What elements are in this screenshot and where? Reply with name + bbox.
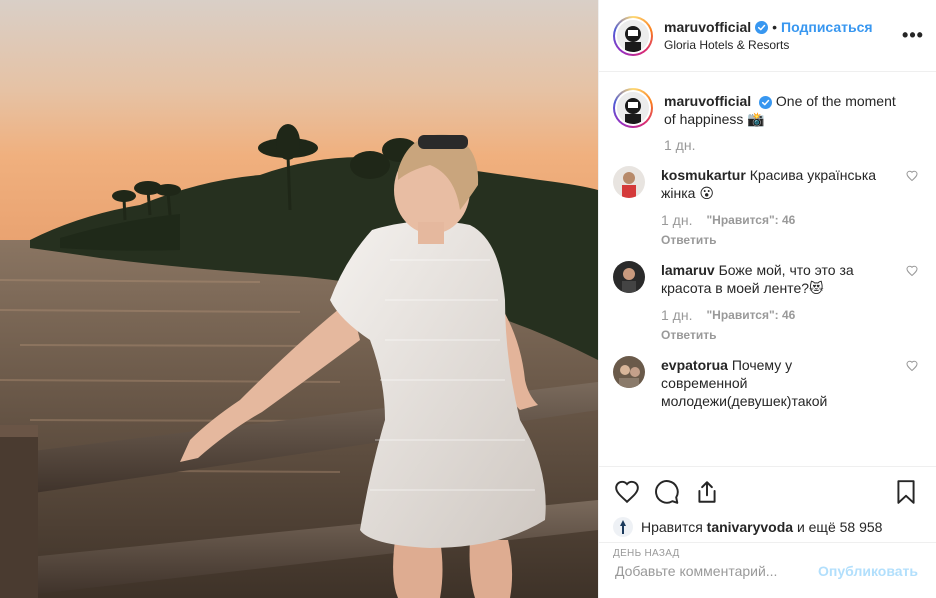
post-photo-image: [0, 0, 598, 598]
liker-avatar: [613, 517, 633, 537]
post-photo[interactable]: [0, 0, 598, 598]
reply-button[interactable]: Ответить: [661, 231, 881, 249]
post-location[interactable]: Gloria Hotels & Resorts: [664, 37, 902, 53]
likes-suffix[interactable]: и ещё 58 958: [797, 519, 883, 535]
action-icons: [613, 477, 920, 507]
author-username[interactable]: maruvofficial: [664, 18, 751, 36]
author-avatar-image: [617, 19, 649, 52]
commenter-avatar[interactable]: [613, 261, 645, 293]
comment-item: evpatorua Почему у современной молодежи(…: [613, 356, 920, 410]
caption-username[interactable]: maruvofficial: [664, 93, 751, 109]
comment-username[interactable]: kosmukartur: [661, 167, 746, 183]
reply-button[interactable]: Ответить: [661, 326, 881, 344]
comment-heart-icon[interactable]: [906, 170, 918, 182]
separator-dot: •: [772, 19, 778, 35]
header-text: maruvofficial • Подписаться Gloria Hotel…: [664, 18, 902, 53]
likes-user[interactable]: tanivaryvoda: [707, 519, 793, 535]
comment-heart-icon[interactable]: [906, 360, 918, 372]
post-caption: maruvofficial One of the moment of happi…: [613, 88, 920, 128]
commenter-avatar[interactable]: [613, 166, 645, 198]
comment-likes[interactable]: "Нравится": 46: [706, 306, 795, 324]
caption-body: maruvofficial One of the moment of happi…: [664, 88, 904, 128]
comment-time[interactable]: 1 дн.: [661, 306, 692, 324]
likes-summary[interactable]: Нравится tanivaryvoda и ещё 58 958: [613, 517, 920, 537]
share-icon[interactable]: [693, 478, 721, 506]
add-comment-bar: Опубликовать: [599, 542, 936, 598]
comment-likes[interactable]: "Нравится": 46: [706, 211, 795, 229]
comment-icon[interactable]: [653, 478, 681, 506]
instagram-post: maruvofficial • Подписаться Gloria Hotel…: [0, 0, 936, 598]
commenter-avatar[interactable]: [613, 356, 645, 388]
caption-verified-icon: [759, 95, 773, 109]
bookmark-icon[interactable]: [892, 478, 920, 506]
comment-heart-icon[interactable]: [906, 265, 918, 277]
follow-button[interactable]: Подписаться: [781, 18, 873, 36]
add-comment-input[interactable]: [615, 562, 819, 579]
comment-time[interactable]: 1 дн.: [661, 211, 692, 229]
caption-author-avatar[interactable]: [613, 88, 653, 128]
caption-avatar-image: [617, 92, 649, 124]
comment-username[interactable]: evpatorua: [661, 357, 728, 373]
comment-item: lamaruv Боже мой, что это за красота в м…: [613, 261, 920, 344]
heart-icon[interactable]: [613, 478, 641, 506]
verified-icon: [755, 20, 769, 34]
post-header: maruvofficial • Подписаться Gloria Hotel…: [599, 0, 936, 72]
publish-button[interactable]: Опубликовать: [818, 563, 918, 579]
comment-item: kosmukartur Красива українська жінка 😮 1…: [613, 166, 920, 249]
more-icon[interactable]: •••: [902, 25, 924, 46]
likes-prefix: Нравится: [641, 519, 703, 535]
author-avatar[interactable]: [613, 15, 653, 56]
post-side-panel: maruvofficial • Подписаться Gloria Hotel…: [598, 0, 936, 598]
comment-username[interactable]: lamaruv: [661, 262, 715, 278]
comments-list[interactable]: maruvofficial One of the moment of happi…: [599, 72, 936, 466]
caption-time[interactable]: 1 дн.: [664, 136, 920, 154]
